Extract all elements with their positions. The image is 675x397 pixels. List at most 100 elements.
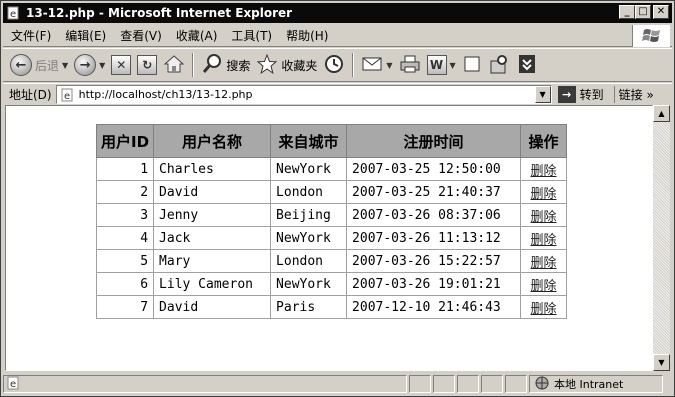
links-toolbar[interactable]: 链接 » xyxy=(613,86,654,103)
menu-view[interactable]: 查看(V) xyxy=(113,27,169,44)
window-title: 13-12.php - Microsoft Internet Explorer xyxy=(26,6,293,20)
menu-favorites[interactable]: 收藏(A) xyxy=(169,27,225,44)
header-user-name: 用户名称 xyxy=(153,124,272,158)
cell-id: 4 xyxy=(95,226,155,250)
go-button[interactable]: → 转到 xyxy=(557,86,604,103)
links-label: 链接 xyxy=(618,88,643,102)
forward-button[interactable]: → ▼ xyxy=(71,51,108,79)
menu-help[interactable]: 帮助(H) xyxy=(279,27,335,44)
svg-text:e: e xyxy=(10,9,16,20)
cell-time: 2007-03-26 08:37:06 xyxy=(346,203,522,227)
mail-dropdown-icon[interactable]: ▼ xyxy=(386,61,392,70)
search-button[interactable]: 搜索 xyxy=(198,51,253,79)
cell-time: 2007-03-25 21:40:37 xyxy=(346,180,522,204)
cell-name: David xyxy=(153,180,272,204)
address-bar: 地址(D) e http://localhost/ch13/13-12.php … xyxy=(3,83,672,105)
menu-file[interactable]: 文件(F) xyxy=(3,27,58,44)
discuss-icon xyxy=(462,54,482,77)
windows-logo-icon xyxy=(632,25,670,47)
cell-city: NewYork xyxy=(270,157,348,181)
page-content: 用户ID 用户名称 来自城市 注册时间 操作 1 Charles NewYork… xyxy=(5,105,653,371)
messenger-icon xyxy=(516,53,538,78)
title-bar: e 13-12.php - Microsoft Internet Explore… xyxy=(3,3,672,23)
table-header-row: 用户ID 用户名称 来自城市 注册时间 操作 xyxy=(95,124,568,158)
mail-button[interactable]: ▼ xyxy=(358,51,395,79)
zone-label: 本地 Intranet xyxy=(554,378,624,391)
status-text-pane: e xyxy=(3,375,407,393)
scroll-up-icon[interactable]: ▲ xyxy=(653,105,670,122)
cell-id: 5 xyxy=(95,249,155,273)
research-button[interactable] xyxy=(485,51,513,79)
table-row: 4 Jack NewYork 2007-03-26 11:13:12 删除 xyxy=(95,226,568,250)
back-button[interactable]: ← 后退 ▼ xyxy=(7,51,71,79)
address-input[interactable]: e http://localhost/ch13/13-12.php ▼ xyxy=(55,85,552,104)
delete-link[interactable]: 删除 xyxy=(520,180,568,204)
print-button[interactable] xyxy=(396,51,424,79)
forward-dropdown-icon[interactable]: ▼ xyxy=(99,61,105,70)
edit-dropdown-icon[interactable]: ▼ xyxy=(450,61,456,70)
discuss-button[interactable] xyxy=(459,51,485,79)
table-row: 7 David Paris 2007-12-10 21:46:43 删除 xyxy=(95,295,568,319)
delete-link[interactable]: 删除 xyxy=(520,272,568,296)
messenger-button[interactable] xyxy=(513,51,541,79)
header-user-id: 用户ID xyxy=(95,124,155,158)
word-icon: W xyxy=(426,55,447,75)
mail-icon xyxy=(361,55,383,76)
menu-edit[interactable]: 编辑(E) xyxy=(58,27,113,44)
back-dropdown-icon[interactable]: ▼ xyxy=(62,61,68,70)
svg-text:e: e xyxy=(64,91,70,102)
ie-page-icon: e xyxy=(6,5,22,21)
cell-city: Paris xyxy=(270,295,348,319)
cell-city: NewYork xyxy=(270,272,348,296)
delete-link[interactable]: 删除 xyxy=(520,249,568,273)
header-city: 来自城市 xyxy=(270,124,348,158)
delete-link[interactable]: 删除 xyxy=(520,226,568,250)
cell-name: David xyxy=(153,295,272,319)
menu-bar: 文件(F) 编辑(E) 查看(V) 收藏(A) 工具(T) 帮助(H) xyxy=(3,25,672,47)
page-icon: e xyxy=(60,88,76,102)
refresh-button[interactable]: ↻ xyxy=(134,51,160,79)
history-icon xyxy=(323,53,345,78)
cell-name: Jack xyxy=(153,226,272,250)
home-button[interactable] xyxy=(160,51,188,79)
vertical-scrollbar[interactable]: ▲ ▼ xyxy=(653,105,670,371)
refresh-icon: ↻ xyxy=(137,55,158,75)
delete-link[interactable]: 删除 xyxy=(520,295,568,319)
star-icon xyxy=(256,53,278,78)
maximize-button[interactable]: □ xyxy=(635,5,651,19)
cell-city: Beijing xyxy=(270,203,348,227)
status-pane xyxy=(505,375,527,393)
edit-button[interactable]: W ▼ xyxy=(424,51,459,79)
status-bar: e 本地 Intranet xyxy=(3,374,672,394)
status-pane xyxy=(457,375,479,393)
forward-arrow-icon: → xyxy=(74,54,97,76)
cell-id: 6 xyxy=(95,272,155,296)
favorites-label: 收藏夹 xyxy=(281,58,318,73)
home-icon xyxy=(163,54,185,77)
delete-link[interactable]: 删除 xyxy=(520,157,568,181)
favorites-button[interactable]: 收藏夹 xyxy=(253,51,320,79)
toolbar-separator xyxy=(352,53,355,77)
minimize-button[interactable]: _ xyxy=(619,5,635,19)
cell-time: 2007-03-26 19:01:21 xyxy=(346,272,522,296)
cell-time: 2007-12-10 21:46:43 xyxy=(346,295,522,319)
search-label: 搜索 xyxy=(226,58,251,73)
stop-button[interactable]: ✕ xyxy=(108,51,134,79)
page-status-icon: e xyxy=(7,376,21,393)
history-button[interactable] xyxy=(320,51,348,79)
address-dropdown-icon[interactable]: ▼ xyxy=(534,86,551,103)
delete-link[interactable]: 删除 xyxy=(520,203,568,227)
header-operation: 操作 xyxy=(520,124,568,158)
address-url: http://localhost/ch13/13-12.php xyxy=(78,88,253,101)
research-icon xyxy=(488,53,510,78)
cell-time: 2007-03-26 11:13:12 xyxy=(346,226,522,250)
close-button[interactable]: ✕ xyxy=(653,5,669,19)
back-arrow-icon: ← xyxy=(10,54,32,76)
address-label: 地址(D) xyxy=(9,88,52,102)
scroll-down-icon[interactable]: ▼ xyxy=(653,354,670,371)
go-label: 转到 xyxy=(579,88,604,102)
table-row: 3 Jenny Beijing 2007-03-26 08:37:06 删除 xyxy=(95,203,568,227)
cell-time: 2007-03-26 15:22:57 xyxy=(346,249,522,273)
menu-tools[interactable]: 工具(T) xyxy=(224,27,279,44)
cell-id: 1 xyxy=(95,157,155,181)
